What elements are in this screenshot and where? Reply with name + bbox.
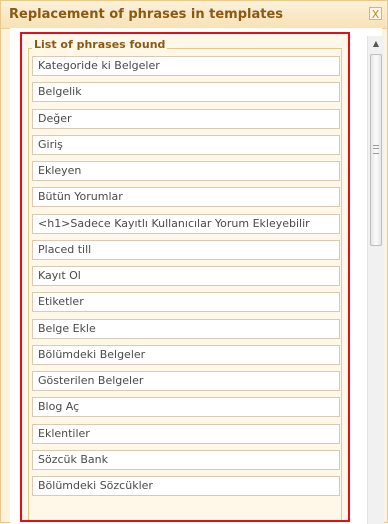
scroll-up-arrow-icon[interactable]: ▲ [368, 36, 384, 52]
phrase-field[interactable]: Kategoride ki Belgeler [32, 56, 340, 76]
grip-icon [373, 145, 379, 154]
phrase-field[interactable]: Bütün Yorumlar [32, 187, 340, 207]
replacement-dialog: Replacement of phrases in templates X Li… [0, 0, 388, 524]
phrase-field[interactable]: Blog Aç [32, 397, 340, 417]
phrases-fieldset: List of phrases found Kategoride ki Belg… [20, 32, 350, 522]
dialog-title: Replacement of phrases in templates [9, 7, 284, 22]
phrase-field[interactable]: Ekleyen [32, 161, 340, 181]
phrase-field[interactable]: <h1>Sadece Kayıtlı Kullanıcılar Yorum Ek… [32, 214, 340, 234]
close-button[interactable]: X [369, 7, 382, 21]
vertical-scrollbar[interactable]: ▲ [367, 36, 384, 524]
phrase-field[interactable]: Kayıt Ol [32, 266, 340, 286]
phrase-field[interactable]: Gösterilen Belgeler [32, 371, 340, 391]
phrase-field[interactable]: Eklentiler [32, 424, 340, 444]
phrase-field[interactable]: Etiketler [32, 292, 340, 312]
phrase-field[interactable]: Sözcük Bank [32, 450, 340, 470]
phrase-field[interactable]: Belgelik [32, 82, 340, 102]
phrase-field[interactable]: Belge Ekle [32, 319, 340, 339]
scroll-thumb[interactable] [370, 54, 382, 246]
fieldset-legend: List of phrases found [32, 38, 168, 51]
phrase-field[interactable]: Bölümdeki Belgeler [32, 345, 340, 365]
phrase-field[interactable]: Placed till [32, 240, 340, 260]
phrase-field[interactable]: Değer [32, 109, 340, 129]
phrase-field[interactable]: Bölümdeki Sözcükler [32, 476, 340, 496]
dialog-titlebar[interactable]: Replacement of phrases in templates X [1, 1, 387, 29]
phrase-field[interactable]: Giriş [32, 135, 340, 155]
dialog-content: List of phrases found Kategoride ki Belg… [10, 28, 384, 524]
